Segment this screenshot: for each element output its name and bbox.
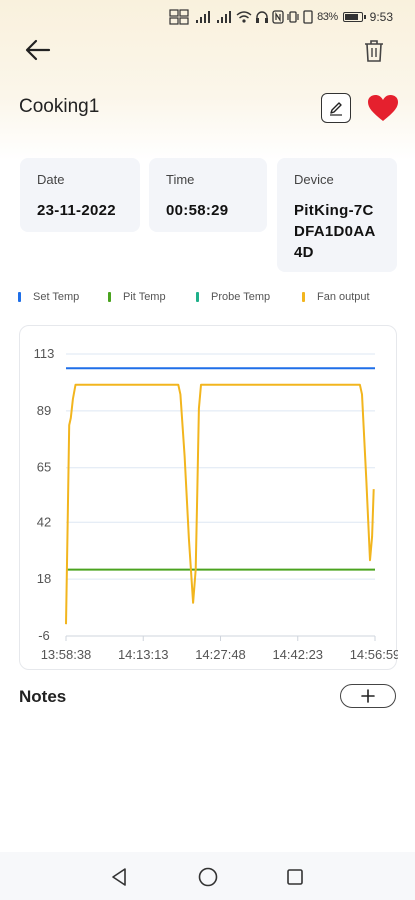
- y-tick-label: 18: [37, 571, 51, 586]
- legend-label: Set Temp: [33, 291, 80, 303]
- back-button[interactable]: [22, 34, 54, 66]
- series-line-fan-output: [65, 383, 375, 625]
- y-tick-label: -6: [38, 628, 50, 643]
- x-tick-label: 14:56:59: [350, 647, 398, 662]
- y-tick-label: 65: [37, 460, 51, 475]
- legend-item-pit-temp[interactable]: Pit Temp: [108, 291, 196, 303]
- wifi-icon: [236, 11, 252, 23]
- y-tick-label: 113: [34, 346, 55, 361]
- time-label: Time: [166, 172, 195, 187]
- battery-icon: [342, 12, 366, 22]
- sim-icon: [169, 9, 189, 25]
- date-card: Date 23-11-2022: [20, 158, 140, 232]
- trash-icon: [365, 40, 383, 62]
- legend-swatch: [196, 292, 199, 302]
- time-value: 00:58:29: [166, 202, 229, 219]
- heart-icon: [368, 95, 398, 121]
- legend-label: Pit Temp: [123, 291, 166, 303]
- date-label: Date: [37, 172, 65, 187]
- arrow-left-icon: [25, 39, 51, 61]
- date-value: 23-11-2022: [37, 202, 116, 219]
- status-time: 9:53: [369, 10, 393, 24]
- signal-icon: [196, 11, 211, 23]
- circle-home-icon: [198, 867, 218, 887]
- battery-percent: 83%: [317, 11, 338, 23]
- x-tick-label: 14:42:23: [272, 647, 323, 662]
- status-icons: 83%: [169, 9, 366, 25]
- edit-button[interactable]: [321, 93, 351, 123]
- nav-back-button[interactable]: [107, 866, 131, 888]
- battery-saver-icon: [303, 10, 313, 24]
- triangle-back-icon: [112, 868, 126, 886]
- y-tick-label: 42: [37, 514, 51, 529]
- nav-recent-button[interactable]: [283, 866, 307, 888]
- device-label: Device: [294, 172, 334, 187]
- square-recent-icon: [287, 869, 303, 885]
- legend-item-set-temp[interactable]: Set Temp: [18, 291, 108, 303]
- y-tick-label: 89: [37, 403, 51, 418]
- nfc-icon: [272, 10, 284, 24]
- signal-icon-2: [217, 11, 232, 23]
- x-tick-label: 13:58:38: [41, 647, 92, 662]
- legend-swatch: [18, 292, 21, 302]
- x-tick-label: 14:27:48: [195, 647, 246, 662]
- device-card: Device PitKing-7CDFA1D0AA4D: [277, 158, 397, 272]
- nav-home-button[interactable]: [196, 866, 220, 888]
- legend-swatch: [108, 292, 111, 302]
- temperature-chart: -6 18 42 65 89 113 13:58:38 14:13:13 14:27:48 14:…: [19, 325, 398, 670]
- page-title: Cooking1: [19, 96, 100, 117]
- legend-item-probe-temp[interactable]: Probe Temp: [196, 291, 302, 303]
- headphones-icon: [256, 11, 269, 23]
- pencil-icon: [330, 102, 342, 116]
- status-bar: 83% 9:53: [0, 0, 415, 34]
- system-nav-bar: [0, 852, 415, 900]
- legend-item-fan-output[interactable]: Fan output: [302, 291, 398, 303]
- add-note-button[interactable]: [340, 684, 396, 708]
- plus-icon: [361, 689, 375, 703]
- legend-swatch: [302, 292, 305, 302]
- delete-button[interactable]: [360, 36, 388, 66]
- chart-canvas: -6 18 42 65 89 113 13:58:38 14:13:13 14:27:48 14:…: [34, 346, 398, 662]
- favorite-button[interactable]: [366, 92, 400, 124]
- vibrate-icon: [287, 11, 299, 23]
- chart-legend: Set Temp Pit Temp Probe Temp Fan output: [18, 291, 398, 303]
- notes-title: Notes: [19, 687, 67, 706]
- legend-label: Fan output: [317, 291, 370, 303]
- legend-label: Probe Temp: [211, 291, 271, 303]
- x-tick-label: 14:13:13: [118, 647, 169, 662]
- time-card: Time 00:58:29: [149, 158, 267, 232]
- device-value: PitKing-7CDFA1D0AA4D: [294, 202, 376, 261]
